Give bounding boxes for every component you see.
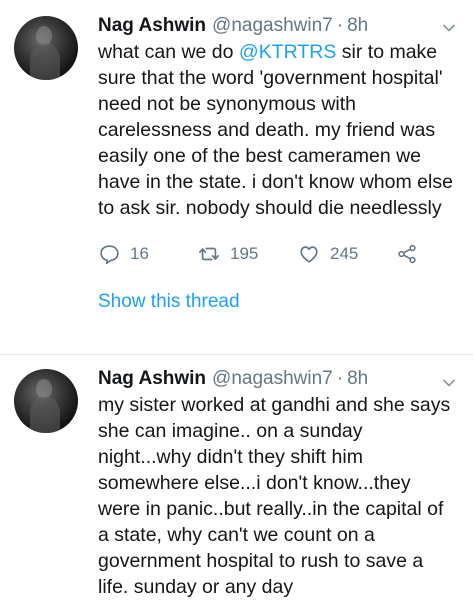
like-count: 245 xyxy=(330,244,359,263)
author-name[interactable]: Nag Ashwin xyxy=(98,367,206,391)
reply-count: 16 xyxy=(130,244,149,263)
separator-dot: · xyxy=(336,368,344,389)
mention-link[interactable]: @KTRTRS xyxy=(239,41,336,63)
tweet[interactable]: Nag Ashwin @nagashwin7 · 8h what can we … xyxy=(0,0,473,355)
chevron-down-icon[interactable] xyxy=(443,22,455,34)
retweet-icon xyxy=(199,247,219,261)
avatar[interactable] xyxy=(14,369,78,433)
tweet-header: Nag Ashwin @nagashwin7 · 8h xyxy=(98,367,455,391)
tweet-text-start: what can we do xyxy=(98,41,239,63)
heart-icon xyxy=(300,246,318,263)
tweet-text: my sister worked at gandhi and she says … xyxy=(98,394,451,598)
author-handle[interactable]: @nagashwin7 xyxy=(212,14,333,38)
tweet-actions: 16 195 245 xyxy=(98,243,455,265)
share-icon xyxy=(398,244,416,264)
avatar[interactable] xyxy=(14,16,78,80)
timestamp[interactable]: 8h xyxy=(347,14,368,38)
share-button[interactable] xyxy=(396,243,418,265)
reply-icon xyxy=(100,245,119,264)
author-handle[interactable]: @nagashwin7 xyxy=(212,367,333,391)
reply-button[interactable]: 16 xyxy=(98,243,198,265)
retweet-button[interactable]: 195 xyxy=(198,243,298,265)
tweet-text: what can we do @KTRTRS sir to make sure … xyxy=(98,39,455,221)
timestamp[interactable]: 8h xyxy=(347,367,368,391)
tweet-text-end: sir to make sure that the word 'governme… xyxy=(98,41,453,219)
tweet[interactable]: Nag Ashwin @nagashwin7 · 8h my sister wo… xyxy=(0,355,473,603)
show-thread-link[interactable]: Show this thread xyxy=(98,291,455,313)
author-name[interactable]: Nag Ashwin xyxy=(98,14,206,38)
chevron-down-icon[interactable] xyxy=(443,377,455,389)
retweet-count: 195 xyxy=(230,244,259,263)
separator-dot: · xyxy=(336,15,344,36)
like-button[interactable]: 245 xyxy=(298,243,396,265)
tweet-header: Nag Ashwin @nagashwin7 · 8h xyxy=(98,14,455,38)
